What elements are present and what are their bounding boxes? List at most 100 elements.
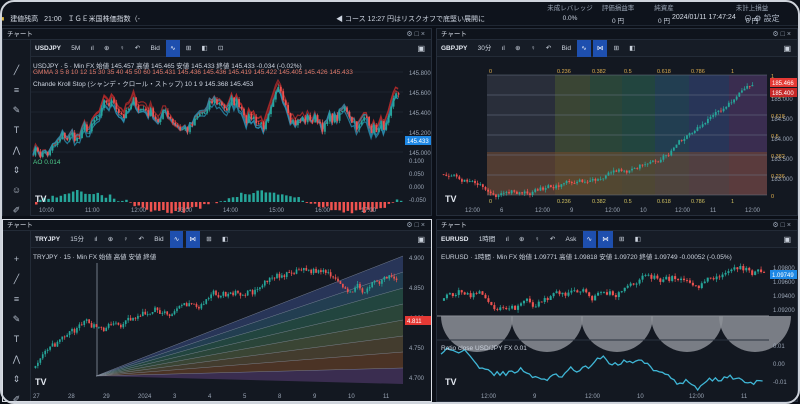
candle-body [675, 144, 678, 148]
bar-chart-icon[interactable]: ⋈ [592, 40, 608, 57]
indicator-icon[interactable]: ıl [498, 40, 509, 57]
panel-controls[interactable]: ⚙□× [406, 29, 427, 40]
layout-icon[interactable]: ▣ [779, 40, 795, 57]
undo-icon[interactable]: ↶ [131, 40, 144, 57]
candle-body [376, 280, 378, 282]
layout-icon[interactable]: ▣ [413, 40, 429, 57]
undo-icon[interactable]: ↶ [546, 231, 559, 248]
candle-body [721, 274, 724, 278]
line-chart-icon[interactable]: ∿ [169, 231, 184, 248]
camera-icon[interactable]: ◧ [625, 40, 639, 57]
layout-icon[interactable]: ▣ [413, 231, 429, 248]
indicator-icon[interactable]: ıl [90, 231, 101, 248]
camera-icon[interactable]: ◧ [631, 231, 645, 248]
chart-area[interactable]: 0 0.236 0.382 0.5 0.618 0.786 10 0.236 0.382 0.5 0… [437, 57, 797, 215]
pattern-icon[interactable]: ⋀ [3, 349, 30, 369]
layout-icon[interactable]: ▣ [779, 231, 795, 248]
candle-body [626, 285, 629, 288]
settings-button[interactable]: 設定 [764, 14, 780, 23]
fullscreen-icon[interactable]: ⊡ [214, 40, 227, 57]
candle-body [208, 101, 211, 110]
emoji-icon[interactable]: ☺ [3, 180, 30, 200]
measure-icon[interactable]: ⇕ [3, 160, 30, 180]
compare-icon[interactable]: ⊕ [100, 40, 113, 57]
indicator-icon[interactable]: ıl [502, 231, 513, 248]
template-icon[interactable]: ⊞ [182, 40, 195, 57]
symbol-selector[interactable]: TRYJPY [31, 231, 64, 248]
chart-panel-usdjpy: チャート ⚙□× USDJPY 5M ıl ⊕ ♀ ↶ Bid ∿ ⊞ ◧ ⊡ … [2, 28, 432, 216]
bid-button[interactable]: Bid [558, 40, 575, 57]
chart-area[interactable]: 1.098001.096001.094001.092000.010.00-0.0… [437, 248, 797, 401]
price-axis-label: 145.600 [409, 91, 431, 97]
interval-button[interactable]: 30分 [474, 40, 496, 57]
panel-controls[interactable]: ⚙□× [772, 220, 793, 231]
ao-bar [272, 192, 276, 202]
candle-body [672, 147, 675, 151]
chart-area[interactable]: 4.9004.8504.8004.7504.7004.8112728292024… [31, 248, 431, 401]
symbol-selector[interactable]: USDJPY [31, 40, 65, 57]
measure-icon[interactable]: ⇕ [3, 369, 30, 389]
brush-icon[interactable]: ✎ [3, 309, 30, 329]
candle-body [706, 277, 709, 282]
candle-body [361, 288, 364, 293]
undo-icon[interactable]: ↶ [542, 40, 555, 57]
news-ticker[interactable]: ■ 建値残高 21:00 ＩＧＥ米国株価指数（- [0, 14, 320, 23]
candle-body [142, 108, 145, 110]
brush-icon[interactable]: ✎ [3, 100, 30, 120]
template-icon[interactable]: ⊞ [615, 231, 628, 248]
candle-body [662, 155, 665, 160]
candle-body [98, 115, 101, 118]
line-chart-icon[interactable]: ∿ [166, 40, 180, 57]
candle-body [628, 170, 631, 173]
text-icon[interactable]: T [3, 120, 30, 140]
indicator-icon[interactable]: ıl [87, 40, 98, 57]
line-chart-icon[interactable]: ∿ [577, 40, 591, 57]
panel-controls[interactable]: ⚙□× [406, 220, 427, 231]
interval-button[interactable]: 5M [67, 40, 84, 57]
camera-icon[interactable]: ◧ [218, 231, 232, 248]
alert-icon[interactable]: ♀ [116, 40, 129, 57]
pattern-icon[interactable]: ⋀ [3, 140, 30, 160]
candle-body [259, 287, 261, 290]
bid-button[interactable]: Bid [150, 231, 167, 248]
ruler-icon[interactable]: ✐ [3, 200, 30, 220]
undo-icon[interactable]: ↶ [135, 231, 148, 248]
candle-body [179, 126, 182, 130]
candle-body [34, 365, 37, 368]
ask-button[interactable]: Ask [562, 231, 581, 248]
camera-icon[interactable]: ◧ [198, 40, 212, 57]
candle-body [573, 290, 576, 292]
compare-icon[interactable]: ⊕ [515, 231, 528, 248]
line-chart-icon[interactable]: ∿ [582, 231, 597, 248]
candle-body [288, 272, 291, 273]
symbol-selector[interactable]: EURUSD [437, 231, 472, 248]
candle-body [68, 331, 71, 335]
trendline-icon[interactable]: ╱ [3, 60, 30, 80]
crosshair-icon[interactable]: + [3, 249, 30, 269]
text-icon[interactable]: T [3, 329, 30, 349]
interval-button[interactable]: 15分 [66, 231, 88, 248]
bar-chart-icon[interactable]: ⋈ [185, 231, 201, 248]
candle-body [85, 319, 88, 321]
fib-icon[interactable]: ≡ [3, 289, 30, 309]
interval-button[interactable]: 1時間 [475, 231, 500, 248]
compare-icon[interactable]: ⊕ [511, 40, 524, 57]
alert-icon[interactable]: ♀ [531, 231, 544, 248]
minimize-icon[interactable]: ⊖ [744, 14, 752, 23]
bar-chart-icon[interactable]: ⋈ [598, 231, 613, 248]
alert-icon[interactable]: ♀ [527, 40, 540, 57]
settings-gear-icon[interactable]: ⚙ [754, 14, 761, 23]
compare-icon[interactable]: ⊕ [104, 231, 117, 248]
panel-controls[interactable]: ⚙□× [772, 29, 793, 40]
template-icon[interactable]: ⊞ [202, 231, 215, 248]
template-icon[interactable]: ⊞ [610, 40, 623, 57]
alert-icon[interactable]: ♀ [119, 231, 132, 248]
symbol-selector[interactable]: GBPJPY [437, 40, 471, 57]
time-axis-label: 11:00 [85, 208, 100, 214]
ruler-icon[interactable]: ✐ [3, 389, 30, 404]
candle-body [327, 272, 330, 273]
trendline-icon[interactable]: ╱ [3, 269, 30, 289]
candle-body [176, 308, 178, 312]
fib-icon[interactable]: ≡ [3, 80, 30, 100]
bid-button[interactable]: Bid [146, 40, 163, 57]
